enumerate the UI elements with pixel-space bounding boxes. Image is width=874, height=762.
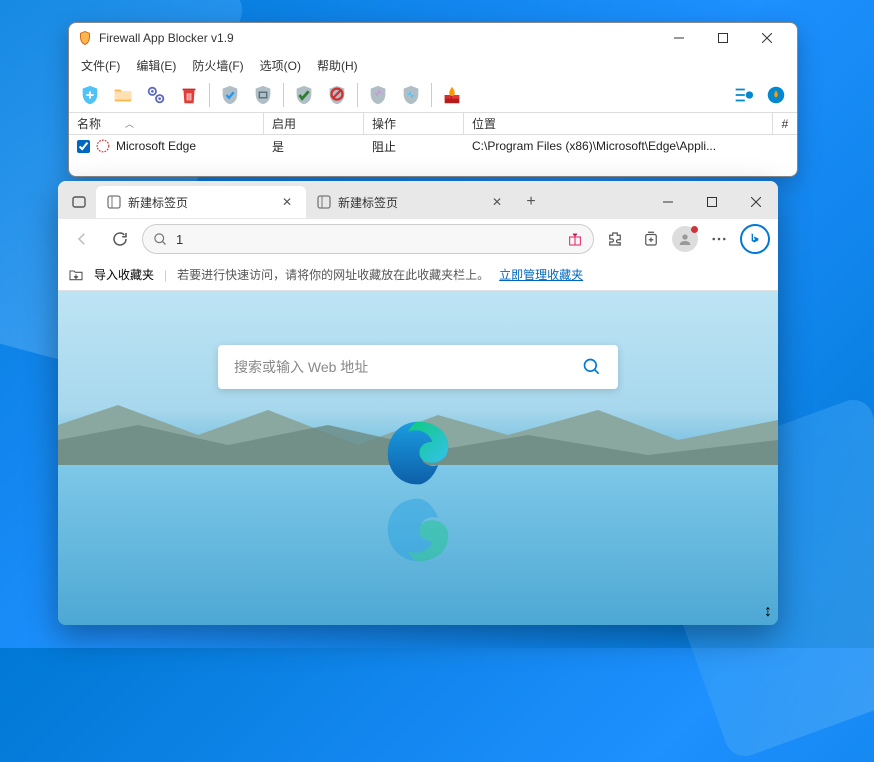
menu-edit[interactable]: 编辑(E) bbox=[130, 55, 182, 76]
refresh-button[interactable] bbox=[104, 223, 136, 255]
more-button[interactable] bbox=[704, 224, 734, 254]
firewall-title: Firewall App Blocker v1.9 bbox=[99, 31, 657, 45]
block-icon[interactable] bbox=[322, 81, 352, 109]
menu-options[interactable]: 选项(O) bbox=[254, 55, 307, 76]
menu-help[interactable]: 帮助(H) bbox=[311, 55, 364, 76]
list-mode-icon[interactable] bbox=[728, 81, 758, 109]
edge-window: 新建标签页 ✕ 新建标签页 ✕ + 1 导入收藏夹 | 若 bbox=[58, 181, 778, 625]
edge-maximize-button[interactable] bbox=[690, 187, 734, 217]
favorites-hint: 若要进行快速访问，请将你的网址收藏放在此收藏夹栏上。 bbox=[177, 266, 489, 283]
search-icon bbox=[153, 232, 168, 247]
export-icon[interactable] bbox=[396, 81, 426, 109]
import-icon[interactable] bbox=[363, 81, 393, 109]
minimize-button[interactable] bbox=[657, 24, 701, 52]
check-shield-icon[interactable] bbox=[215, 81, 245, 109]
import-favorites-button[interactable]: 导入收藏夹 bbox=[94, 266, 154, 283]
col-enable[interactable]: 启用 bbox=[264, 113, 364, 134]
manage-favorites-link[interactable]: 立即管理收藏夹 bbox=[499, 266, 583, 283]
table-row[interactable]: Microsoft Edge 是 阻止 C:\Program Files (x8… bbox=[69, 135, 797, 157]
edge-toolbar: 1 bbox=[58, 219, 778, 259]
back-button[interactable] bbox=[66, 223, 98, 255]
col-name[interactable]: 名称︿ bbox=[69, 113, 264, 134]
ntp-search-box[interactable]: 搜索或输入 Web 地址 bbox=[218, 345, 618, 389]
row-enable: 是 bbox=[264, 138, 364, 155]
delete-icon[interactable] bbox=[174, 81, 204, 109]
add-icon[interactable] bbox=[75, 81, 105, 109]
newtab-favicon-icon bbox=[106, 194, 122, 210]
extensions-button[interactable] bbox=[600, 224, 630, 254]
allow-icon[interactable] bbox=[289, 81, 319, 109]
newtab-favicon-icon bbox=[316, 194, 332, 210]
row-name: Microsoft Edge bbox=[116, 139, 196, 153]
col-action[interactable]: 操作 bbox=[364, 113, 464, 134]
browser-tab[interactable]: 新建标签页 ✕ bbox=[96, 186, 306, 218]
search-icon bbox=[582, 357, 602, 377]
rewards-icon[interactable] bbox=[567, 231, 583, 247]
sort-caret-icon: ︿ bbox=[125, 117, 134, 130]
row-checkbox[interactable] bbox=[77, 140, 90, 153]
firewall-app-icon bbox=[77, 30, 93, 46]
edge-logo-reflection bbox=[382, 495, 454, 567]
favorites-bar: 导入收藏夹 | 若要进行快速访问，请将你的网址收藏放在此收藏夹栏上。 立即管理收… bbox=[58, 259, 778, 291]
row-location: C:\Program Files (x86)\Microsoft\Edge\Ap… bbox=[464, 139, 797, 153]
bing-chat-button[interactable] bbox=[740, 224, 770, 254]
col-hash[interactable]: # bbox=[773, 115, 797, 133]
empty-shield-icon[interactable] bbox=[248, 81, 278, 109]
edge-close-button[interactable] bbox=[734, 187, 778, 217]
whitelist-mode-icon[interactable] bbox=[761, 81, 791, 109]
resize-cursor-icon: ↕ bbox=[764, 603, 772, 621]
edge-logo-icon bbox=[382, 416, 454, 488]
browser-tab[interactable]: 新建标签页 ✕ bbox=[306, 186, 516, 218]
firewall-status-icon[interactable] bbox=[437, 81, 467, 109]
edge-app-icon bbox=[96, 139, 110, 153]
new-tab-button[interactable]: + bbox=[516, 187, 546, 217]
import-favorites-icon bbox=[68, 267, 84, 283]
firewall-titlebar[interactable]: Firewall App Blocker v1.9 bbox=[69, 23, 797, 53]
edge-tabstrip: 新建标签页 ✕ 新建标签页 ✕ + bbox=[58, 181, 778, 219]
address-bar[interactable]: 1 bbox=[142, 224, 594, 254]
edge-minimize-button[interactable] bbox=[646, 187, 690, 217]
table-header: 名称︿ 启用 操作 位置 # bbox=[69, 113, 797, 135]
close-button[interactable] bbox=[745, 24, 789, 52]
tab-close-button[interactable]: ✕ bbox=[278, 193, 296, 211]
menu-file[interactable]: 文件(F) bbox=[75, 55, 126, 76]
row-action: 阻止 bbox=[364, 138, 464, 155]
tab-close-button[interactable]: ✕ bbox=[488, 193, 506, 211]
address-value: 1 bbox=[176, 232, 559, 247]
search-placeholder: 搜索或输入 Web 地址 bbox=[234, 357, 582, 377]
tab-title: 新建标签页 bbox=[128, 194, 272, 211]
profile-button[interactable] bbox=[672, 226, 698, 252]
maximize-button[interactable] bbox=[701, 24, 745, 52]
new-tab-page: 搜索或输入 Web 地址 bbox=[58, 291, 778, 625]
tab-actions-button[interactable] bbox=[62, 187, 96, 217]
firewall-toolbar bbox=[69, 78, 797, 113]
settings-icon[interactable] bbox=[141, 81, 171, 109]
tab-title: 新建标签页 bbox=[338, 194, 482, 211]
folder-icon[interactable] bbox=[108, 81, 138, 109]
firewall-menubar: 文件(F) 编辑(E) 防火墙(F) 选项(O) 帮助(H) bbox=[69, 53, 797, 78]
collections-button[interactable] bbox=[636, 224, 666, 254]
col-location[interactable]: 位置 bbox=[464, 113, 773, 134]
firewall-window: Firewall App Blocker v1.9 文件(F) 编辑(E) 防火… bbox=[68, 22, 798, 177]
menu-firewall[interactable]: 防火墙(F) bbox=[186, 55, 249, 76]
